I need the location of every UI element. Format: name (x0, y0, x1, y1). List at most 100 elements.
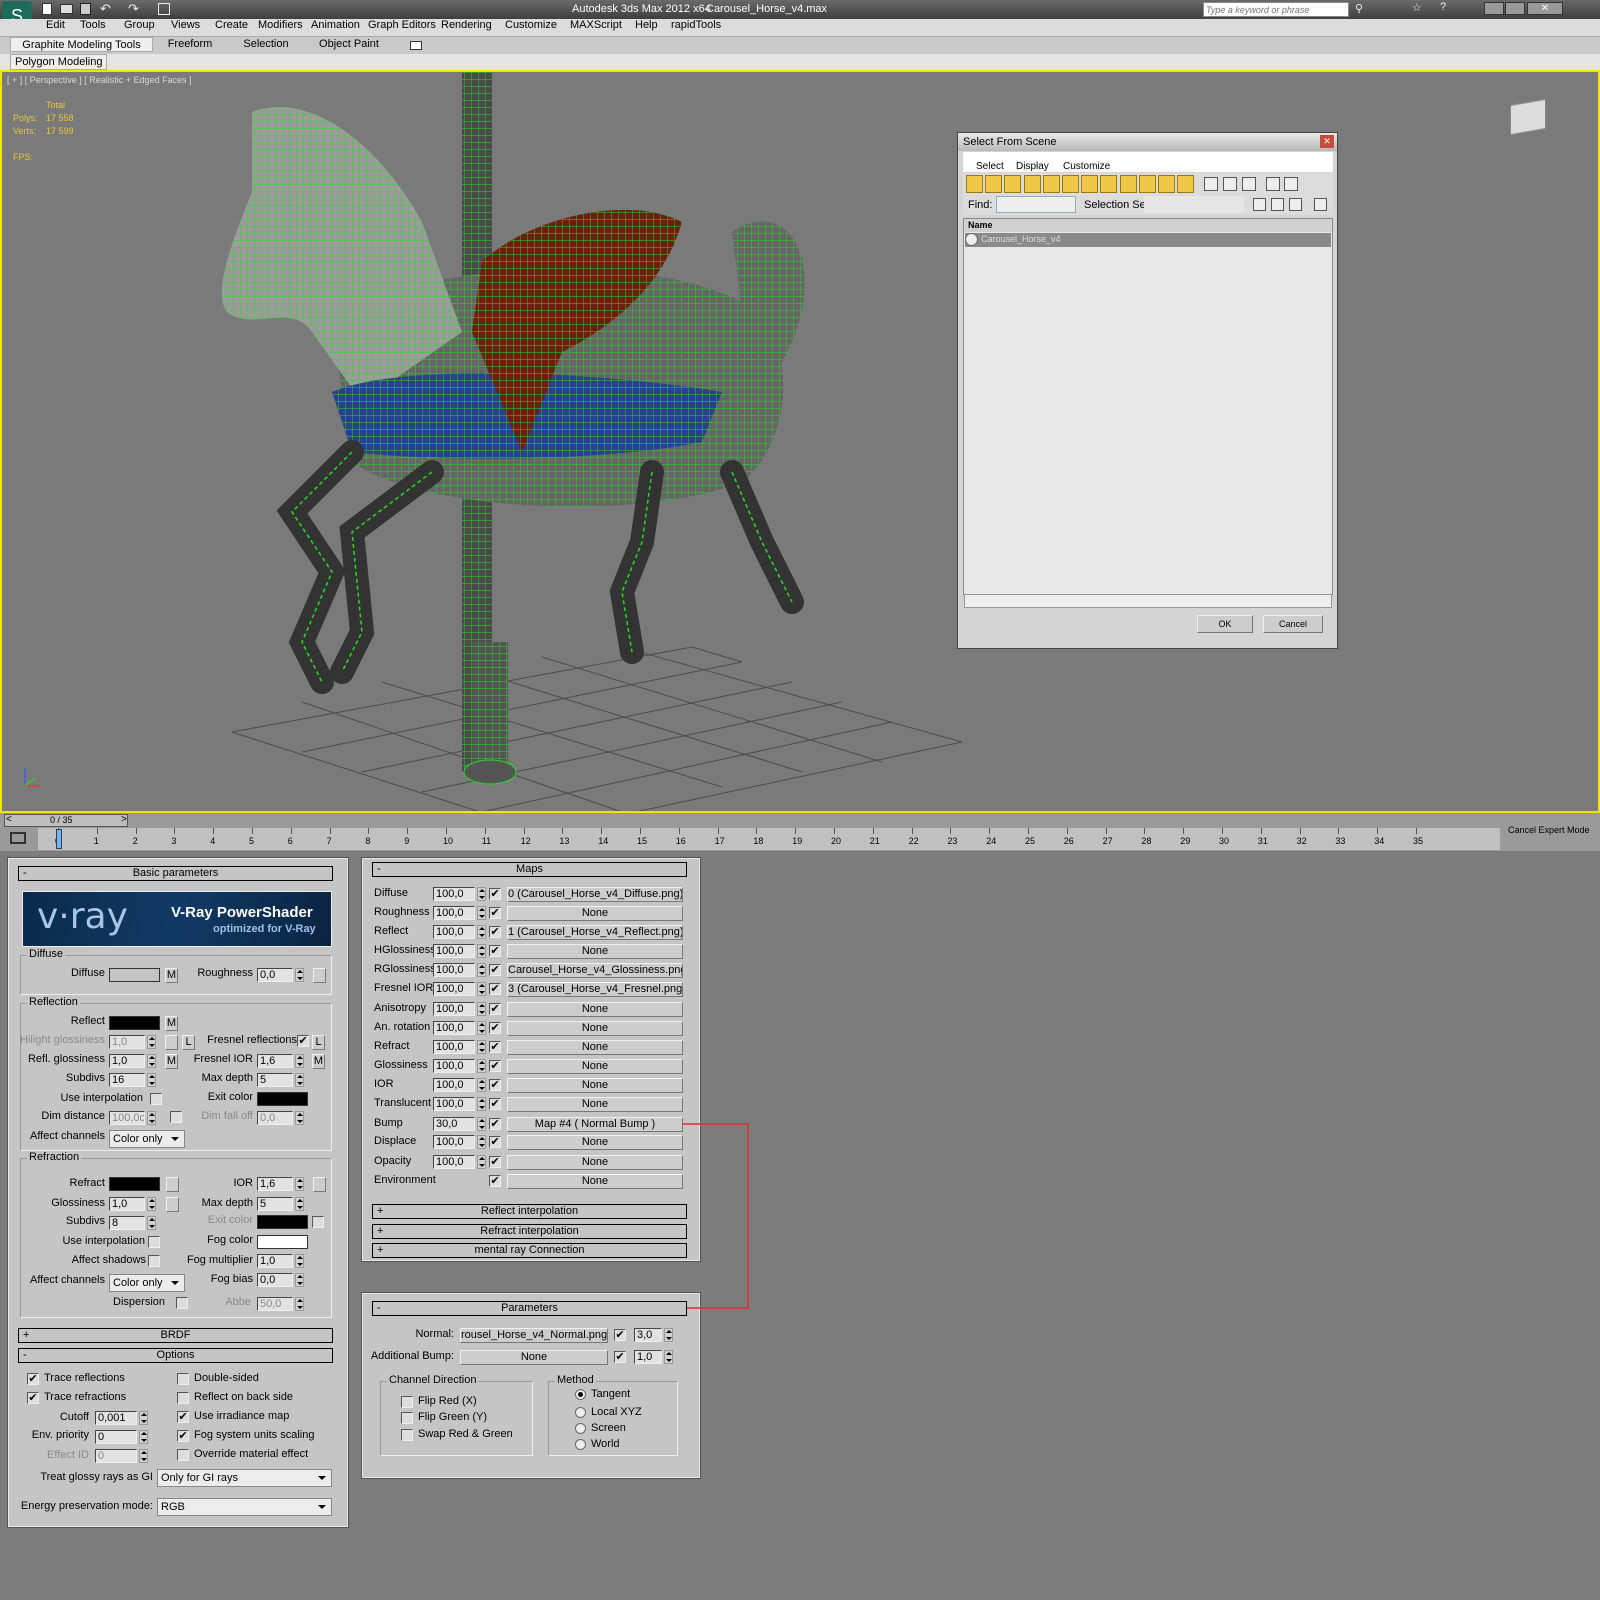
map-amount-field[interactable]: 30,0 (433, 1117, 475, 1131)
list-item[interactable]: Carousel_Horse_v4 (965, 233, 1331, 247)
menu-group[interactable]: Group (124, 19, 155, 31)
filter-toggle-icon[interactable] (966, 175, 983, 193)
map-slot-button[interactable]: 1 (Carousel_Horse_v4_Reflect.png) (507, 925, 683, 940)
map-amount-field[interactable]: 100,0 (433, 1155, 475, 1169)
refr-subdivs-field[interactable]: 8 (109, 1216, 145, 1230)
dim-falloff-field[interactable]: 0,0 (257, 1111, 293, 1125)
map-slot-button[interactable]: None (507, 1040, 683, 1055)
ior-field[interactable]: 1,6 (257, 1177, 293, 1191)
map-amount-field[interactable]: 100,0 (433, 1021, 475, 1035)
map-enable-checkbox[interactable]: ✔ (489, 1175, 501, 1187)
spinner[interactable] (147, 1197, 156, 1211)
menu-customize[interactable]: Customize (505, 19, 557, 31)
spinner[interactable] (477, 925, 486, 939)
swap-checkbox[interactable] (401, 1429, 413, 1441)
filter-toggle-icon[interactable] (1119, 175, 1137, 193)
curve-editor-icon[interactable] (10, 832, 26, 844)
use-irradiance-map-checkbox[interactable]: ✔ (177, 1411, 189, 1423)
map-amount-field[interactable]: 100,0 (433, 982, 475, 996)
map-amount-field[interactable]: 100,0 (433, 1135, 475, 1149)
effect-id-field[interactable]: 0 (95, 1449, 137, 1463)
rollout-reflect-interpolation[interactable]: + Reflect interpolation (372, 1204, 687, 1219)
minimize-button[interactable] (1484, 2, 1504, 15)
menu-modifiers[interactable]: Modifiers (258, 19, 303, 31)
filter-toggle-icon[interactable] (1042, 175, 1060, 193)
map-amount-field[interactable]: 100,0 (433, 1040, 475, 1054)
diffuse-swatch[interactable] (109, 968, 160, 982)
reflect-map-button[interactable]: M (165, 1016, 178, 1031)
fog-multiplier-field[interactable]: 1,0 (257, 1254, 293, 1268)
rollout-toggle-icon[interactable]: + (377, 1225, 383, 1238)
map-enable-checkbox[interactable]: ✔ (489, 926, 501, 938)
list-display-icon[interactable] (1284, 177, 1298, 191)
normal-enable-checkbox[interactable]: ✔ (614, 1329, 626, 1341)
refr-use-interpolation-checkbox[interactable] (148, 1236, 160, 1248)
new-file-icon[interactable] (42, 3, 52, 15)
rollout-basic-parameters[interactable]: - Basic parameters (18, 866, 333, 881)
rollout-refract-interpolation[interactable]: + Refract interpolation (372, 1224, 687, 1239)
map-enable-checkbox[interactable]: ✔ (489, 1060, 501, 1072)
selection-set-tool-icon[interactable] (1314, 198, 1327, 211)
dim-distance-checkbox[interactable] (170, 1111, 182, 1123)
map-amount-field[interactable]: 100,0 (433, 944, 475, 958)
map-slot-button[interactable]: None (507, 1078, 683, 1093)
roughness-field[interactable]: 0,0 (257, 968, 293, 982)
close-button[interactable]: ✕ (1527, 2, 1563, 15)
hilight-glossiness-field[interactable]: 1,0 (109, 1035, 145, 1049)
rollout-toggle-icon[interactable]: + (23, 1329, 29, 1342)
map-amount-field[interactable]: 100,0 (433, 1059, 475, 1073)
filter-toggle-icon[interactable] (1004, 175, 1022, 193)
map-amount-field[interactable]: 100,0 (433, 925, 475, 939)
rollout-options[interactable]: - Options (18, 1348, 333, 1363)
filter-toggle-icon[interactable] (985, 175, 1003, 193)
rollout-parameters[interactable]: - Parameters (372, 1301, 687, 1316)
map-slot-button[interactable]: None (507, 1021, 683, 1036)
ok-button[interactable]: OK (1197, 615, 1253, 633)
selection-set-tool-icon[interactable] (1289, 198, 1302, 211)
track-bar[interactable]: 0123456789101112131415161718192021222324… (38, 828, 1500, 850)
dialog-menu-select[interactable]: Select (976, 161, 1004, 172)
map-enable-checkbox[interactable]: ✔ (489, 888, 501, 900)
additional-bump-amount-field[interactable]: 1,0 (634, 1350, 662, 1364)
spinner[interactable] (295, 1111, 304, 1125)
map-enable-checkbox[interactable]: ✔ (489, 964, 501, 976)
horizontal-scrollbar[interactable] (964, 594, 1332, 608)
star-icon[interactable]: ☆ (1412, 1, 1422, 14)
trace-reflections-checkbox[interactable]: ✔ (27, 1373, 39, 1385)
spinner[interactable] (477, 963, 486, 977)
diffuse-map-button[interactable]: M (165, 968, 178, 983)
menu-create[interactable]: Create (215, 19, 248, 31)
spinner[interactable] (147, 1054, 156, 1068)
refr-exit-color-swatch[interactable] (257, 1215, 308, 1229)
map-enable-checkbox[interactable]: ✔ (489, 1022, 501, 1034)
refr-glossiness-field[interactable]: 1,0 (109, 1197, 145, 1211)
time-slider-marker[interactable] (56, 829, 62, 849)
spinner[interactable] (477, 1097, 486, 1111)
double-sided-checkbox[interactable] (177, 1373, 189, 1385)
map-slot-button[interactable]: None (507, 1097, 683, 1112)
spinner[interactable] (295, 1054, 304, 1068)
map-slot-button[interactable]: None (507, 1155, 683, 1170)
list-display-icon[interactable] (1223, 177, 1237, 191)
reflect-subdivs-field[interactable]: 16 (109, 1073, 145, 1087)
map-slot-button[interactable]: None (507, 1174, 683, 1189)
spinner[interactable] (147, 1073, 156, 1087)
spinner[interactable] (477, 1078, 486, 1092)
spinner[interactable] (477, 1002, 486, 1016)
trace-refractions-checkbox[interactable]: ✔ (27, 1392, 39, 1404)
dispersion-checkbox[interactable] (176, 1297, 188, 1309)
fresnel-ior-map-button[interactable]: M (312, 1054, 325, 1069)
map-amount-field[interactable]: 100,0 (433, 1097, 475, 1111)
spinner[interactable] (147, 1111, 156, 1125)
refr-max-depth-field[interactable]: 5 (257, 1197, 293, 1211)
spinner[interactable] (295, 1297, 304, 1311)
spinner[interactable] (477, 887, 486, 901)
rollout-toggle-icon[interactable]: - (377, 863, 381, 876)
save-icon[interactable] (80, 3, 91, 15)
map-slot-button[interactable]: None (507, 1059, 683, 1074)
menu-graph-editors[interactable]: Graph Editors (368, 19, 436, 31)
rollout-toggle-icon[interactable]: + (377, 1205, 383, 1218)
map-slot-button[interactable]: None (507, 1135, 683, 1150)
list-display-icon[interactable] (1266, 177, 1280, 191)
dialog-close-button[interactable]: ✕ (1320, 135, 1334, 148)
